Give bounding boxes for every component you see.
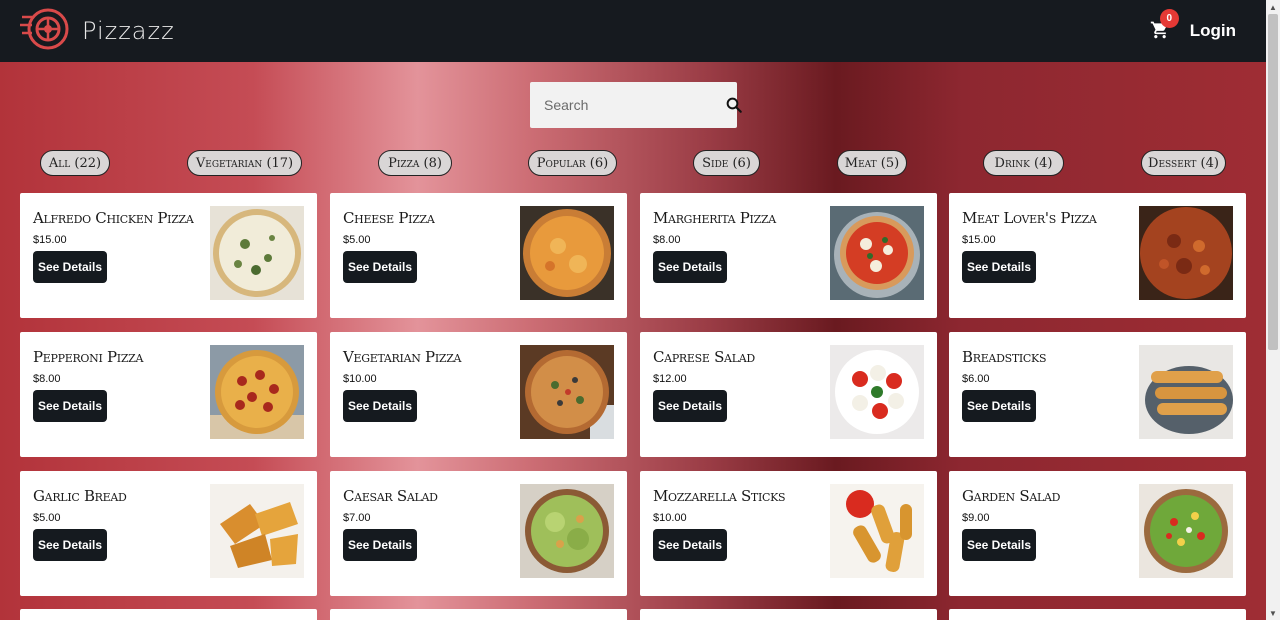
vegetarian-pizza-image[interactable] (520, 345, 614, 439)
product-card (330, 609, 627, 620)
product-price: $15.00 (33, 234, 67, 246)
filter-chip-meat[interactable]: Meat (5) (837, 150, 907, 176)
product-name: Garlic Bread (33, 487, 127, 505)
product-card (949, 609, 1246, 620)
product-card (640, 609, 937, 620)
product-card: Cheese Pizza $5.00 See Details (330, 193, 627, 318)
filter-chip-dessert[interactable]: Dessert (4) (1141, 150, 1226, 176)
meat-pizza-image[interactable] (1139, 206, 1233, 300)
product-name: Pepperoni Pizza (33, 348, 144, 366)
see-details-button[interactable]: See Details (33, 390, 107, 422)
product-card: Vegetarian Pizza $10.00 See Details (330, 332, 627, 457)
product-price: $7.00 (343, 512, 371, 524)
product-card: Alfredo Chicken Pizza $15.00 See Details (20, 193, 317, 318)
product-price: $5.00 (343, 234, 371, 246)
navbar: Pizzazz 0 Login (0, 0, 1266, 62)
product-card: Meat Lover's Pizza $15.00 See Details (949, 193, 1246, 318)
garlic-bread-image[interactable] (210, 484, 304, 578)
page-scrollbar[interactable]: ▲ ▼ (1266, 0, 1280, 620)
menu-section: All (22) Vegetarian (17) Pizza (8) Popul… (0, 62, 1266, 620)
filter-chip-popular[interactable]: Popular (6) (528, 150, 617, 176)
product-name: Mozzarella Sticks (653, 487, 786, 505)
see-details-button[interactable]: See Details (962, 529, 1036, 561)
see-details-button[interactable]: See Details (962, 390, 1036, 422)
scrollbar-thumb[interactable] (1268, 14, 1278, 350)
product-price: $5.00 (33, 512, 61, 524)
brand-name: Pizzazz (82, 17, 175, 45)
search-bar (530, 82, 742, 128)
cart-count-badge: 0 (1159, 9, 1179, 28)
cheese-pizza-image[interactable] (520, 206, 614, 300)
see-details-button[interactable]: See Details (343, 390, 417, 422)
login-link[interactable]: Login (1190, 21, 1236, 41)
product-price: $6.00 (962, 373, 990, 385)
product-name: Cheese Pizza (343, 209, 435, 227)
cart-button[interactable]: 0 (1150, 9, 1179, 44)
product-card: Mozzarella Sticks $10.00 See Details (640, 471, 937, 596)
product-name: Meat Lover's Pizza (962, 209, 1097, 227)
product-name: Alfredo Chicken Pizza (33, 209, 194, 227)
filter-chip-pizza[interactable]: Pizza (8) (378, 150, 452, 176)
product-price: $9.00 (962, 512, 990, 524)
filter-chip-drink[interactable]: Drink (4) (983, 150, 1064, 176)
see-details-button[interactable]: See Details (343, 529, 417, 561)
product-name: Vegetarian Pizza (343, 348, 462, 366)
pepperoni-pizza-image[interactable] (210, 345, 304, 439)
see-details-button[interactable]: See Details (33, 251, 107, 283)
product-name: Caesar Salad (343, 487, 438, 505)
product-name: Margherita Pizza (653, 209, 776, 227)
cart-icon (1150, 21, 1170, 44)
product-price: $10.00 (343, 373, 377, 385)
brand-link[interactable]: Pizzazz (20, 7, 175, 56)
see-details-button[interactable]: See Details (343, 251, 417, 283)
alfredo-pizza-image[interactable] (210, 206, 304, 300)
product-card: Garden Salad $9.00 See Details (949, 471, 1246, 596)
product-price: $15.00 (962, 234, 996, 246)
caprese-salad-image[interactable] (830, 345, 924, 439)
mozzarella-sticks-image[interactable] (830, 484, 924, 578)
search-icon[interactable] (725, 96, 743, 114)
product-price: $10.00 (653, 512, 687, 524)
filter-chip-all[interactable]: All (22) (40, 150, 110, 176)
margherita-pizza-image[interactable] (830, 206, 924, 300)
product-name: Caprese Salad (653, 348, 755, 366)
see-details-button[interactable]: See Details (33, 529, 107, 561)
scroll-down-arrow-icon[interactable]: ▼ (1266, 606, 1280, 620)
product-card: Margherita Pizza $8.00 See Details (640, 193, 937, 318)
product-card: Caesar Salad $7.00 See Details (330, 471, 627, 596)
garden-salad-image[interactable] (1139, 484, 1233, 578)
product-card (20, 609, 317, 620)
scroll-up-arrow-icon[interactable]: ▲ (1266, 0, 1280, 14)
product-name: Breadsticks (962, 348, 1047, 366)
product-card: Garlic Bread $5.00 See Details (20, 471, 317, 596)
filter-chip-side[interactable]: Side (6) (693, 150, 760, 176)
product-price: $8.00 (33, 373, 61, 385)
filter-chip-vegetarian[interactable]: Vegetarian (17) (187, 150, 302, 176)
product-name: Garden Salad (962, 487, 1061, 505)
breadsticks-image[interactable] (1139, 345, 1233, 439)
search-input[interactable] (544, 97, 725, 113)
product-price: $8.00 (653, 234, 681, 246)
product-card: Caprese Salad $12.00 See Details (640, 332, 937, 457)
caesar-salad-image[interactable] (520, 484, 614, 578)
product-card: Pepperoni Pizza $8.00 See Details (20, 332, 317, 457)
product-price: $12.00 (653, 373, 687, 385)
product-card: Breadsticks $6.00 See Details (949, 332, 1246, 457)
see-details-button[interactable]: See Details (653, 251, 727, 283)
see-details-button[interactable]: See Details (653, 390, 727, 422)
category-filters: All (22) Vegetarian (17) Pizza (8) Popul… (0, 150, 1266, 178)
see-details-button[interactable]: See Details (962, 251, 1036, 283)
pizza-wheel-logo-icon (20, 7, 72, 56)
see-details-button[interactable]: See Details (653, 529, 727, 561)
